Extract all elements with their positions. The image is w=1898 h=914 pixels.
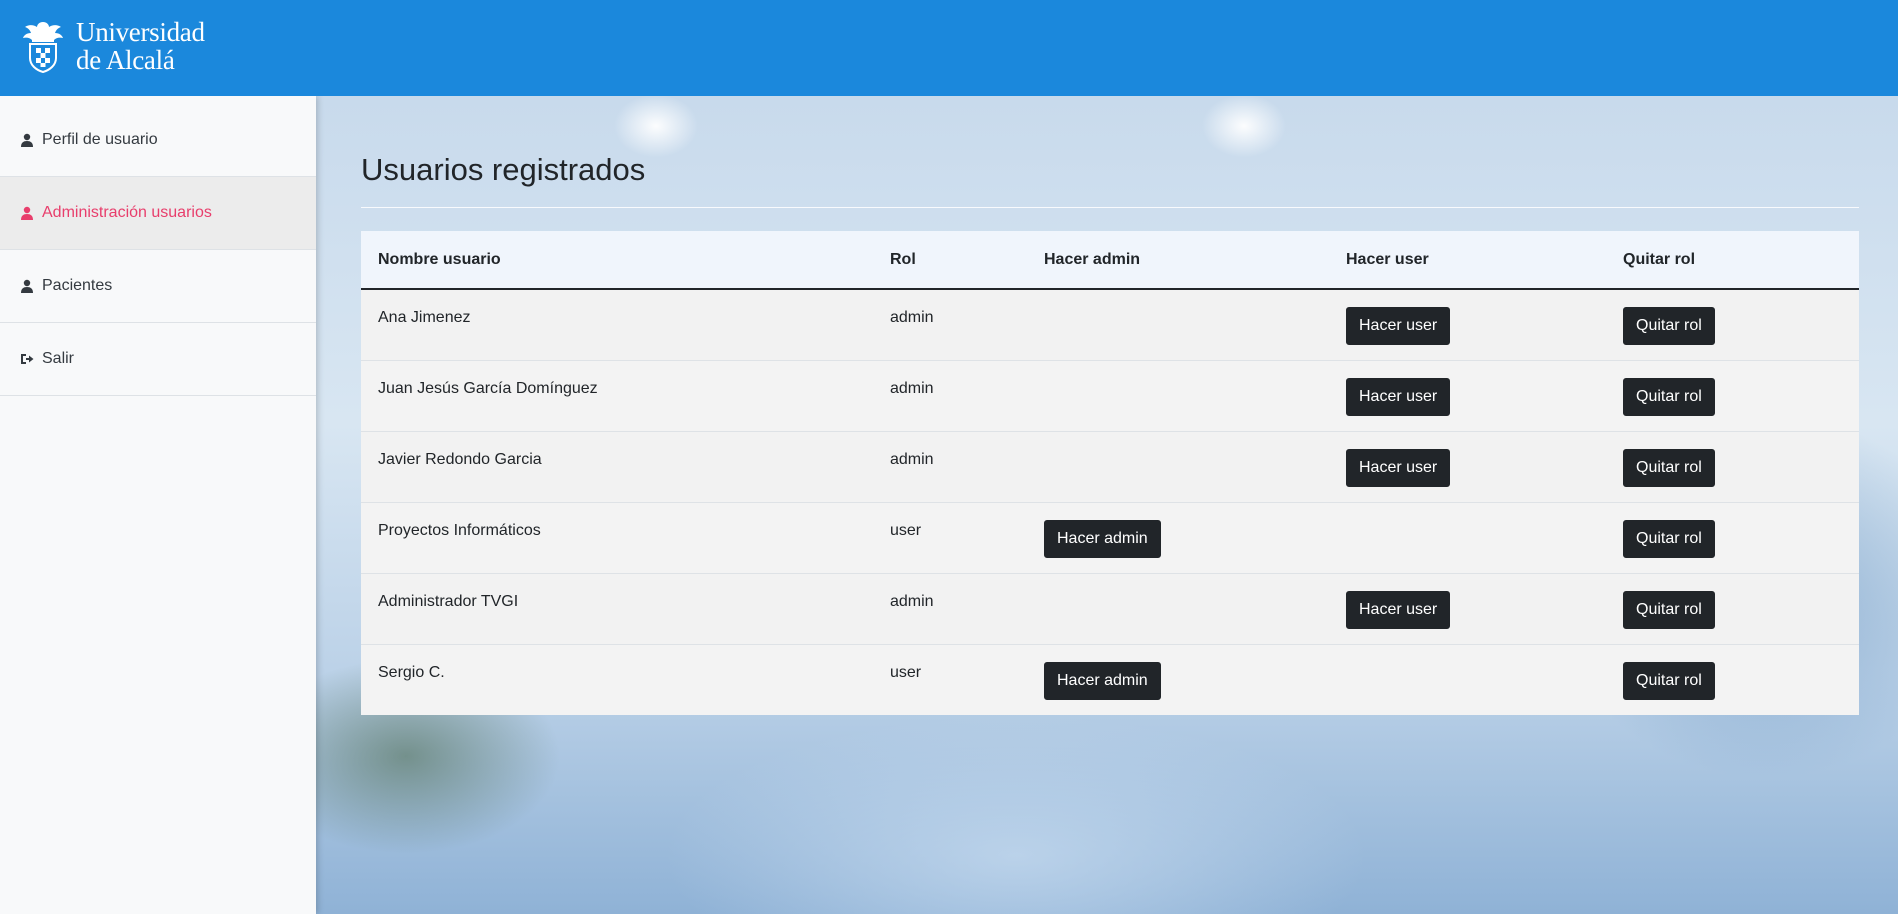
users-table: Nombre usuario Rol Hacer admin Hacer use… [361,231,1859,715]
user-role-cell: admin [873,288,1027,360]
table-row: Javier Redondo Garcia admin Hacer user Q… [361,430,1859,502]
university-name: Universidad de Alcalá [76,18,205,74]
user-icon [20,133,34,147]
user-role-cell: user [873,501,1027,573]
sidebar-item-salir[interactable]: Salir [0,323,316,396]
make-user-button[interactable]: Hacer user [1346,590,1451,629]
user-name-cell: Javier Redondo Garcia [361,430,873,502]
sidebar-item-perfil-usuario[interactable]: Perfil de usuario [0,104,316,177]
column-header-nombre-usuario: Nombre usuario [361,231,873,290]
remove-role-cell: Quitar rol [1606,501,1859,573]
user-role-cell: user [873,643,1027,715]
make-admin-cell [1027,572,1329,644]
make-user-cell: Hacer user [1329,359,1606,431]
sidebar: Perfil de usuario Administración usuario… [0,96,316,914]
user-icon [20,206,34,220]
user-name-cell: Administrador TVGI [361,572,873,644]
make-admin-cell [1027,288,1329,360]
university-crest-icon [23,22,63,74]
top-header: Universidad de Alcalá [0,0,1898,96]
table-header-row: Nombre usuario Rol Hacer admin Hacer use… [361,231,1859,290]
sidebar-item-label: Administración usuarios [42,204,212,221]
logo-line-1: Universidad [76,17,205,47]
user-name-cell: Ana Jimenez [361,288,873,360]
make-admin-cell [1027,430,1329,502]
remove-role-cell: Quitar rol [1606,359,1859,431]
user-icon [20,279,34,293]
remove-role-cell: Quitar rol [1606,643,1859,715]
make-admin-cell: Hacer admin [1027,501,1329,573]
remove-role-button[interactable]: Quitar rol [1623,377,1715,416]
table-row: Proyectos Informáticos user Hacer admin … [361,501,1859,573]
remove-role-button[interactable]: Quitar rol [1623,590,1715,629]
make-admin-cell: Hacer admin [1027,643,1329,715]
table-row: Administrador TVGI admin Hacer user Quit… [361,572,1859,644]
page-title: Usuarios registrados [361,152,646,187]
column-header-quitar-rol: Quitar rol [1606,231,1859,290]
make-user-cell: Hacer user [1329,430,1606,502]
user-role-cell: admin [873,430,1027,502]
remove-role-button[interactable]: Quitar rol [1623,661,1715,700]
column-header-hacer-admin: Hacer admin [1027,231,1329,290]
table-row: Juan Jesús García Domínguez admin Hacer … [361,359,1859,431]
sidebar-item-label: Pacientes [42,277,113,294]
table-row: Sergio C. user Hacer admin Quitar rol [361,643,1859,715]
university-logo[interactable]: Universidad de Alcalá [18,18,205,74]
make-admin-button[interactable]: Hacer admin [1044,661,1161,700]
sign-out-icon [20,352,34,366]
make-user-cell [1329,643,1606,715]
make-user-button[interactable]: Hacer user [1346,307,1451,345]
make-admin-cell [1027,359,1329,431]
remove-role-button[interactable]: Quitar rol [1623,519,1715,558]
user-name-cell: Juan Jesús García Domínguez [361,359,873,431]
make-user-button[interactable]: Hacer user [1346,448,1451,487]
make-user-cell: Hacer user [1329,572,1606,644]
make-user-cell [1329,501,1606,573]
user-name-cell: Proyectos Informáticos [361,501,873,573]
logo-line-2: de Alcalá [76,45,175,75]
column-header-hacer-user: Hacer user [1329,231,1606,290]
user-role-cell: admin [873,572,1027,644]
user-name-cell: Sergio C. [361,643,873,715]
make-user-button[interactable]: Hacer user [1346,377,1451,416]
sidebar-item-label: Perfil de usuario [42,131,158,148]
make-user-cell: Hacer user [1329,288,1606,360]
make-admin-button[interactable]: Hacer admin [1044,519,1161,558]
user-role-cell: admin [873,359,1027,431]
remove-role-button[interactable]: Quitar rol [1623,448,1715,487]
remove-role-cell: Quitar rol [1606,430,1859,502]
remove-role-button[interactable]: Quitar rol [1623,307,1715,345]
remove-role-cell: Quitar rol [1606,572,1859,644]
remove-role-cell: Quitar rol [1606,288,1859,360]
table-row: Ana Jimenez admin Hacer user Quitar rol [361,288,1859,360]
main-content: Usuarios registrados Nombre usuario Rol … [316,96,1898,914]
sidebar-item-label: Salir [42,350,75,367]
sidebar-item-pacientes[interactable]: Pacientes [0,250,316,323]
title-divider [361,207,1859,208]
sidebar-item-administracion-usuarios[interactable]: Administración usuarios [0,177,316,250]
column-header-rol: Rol [873,231,1027,290]
